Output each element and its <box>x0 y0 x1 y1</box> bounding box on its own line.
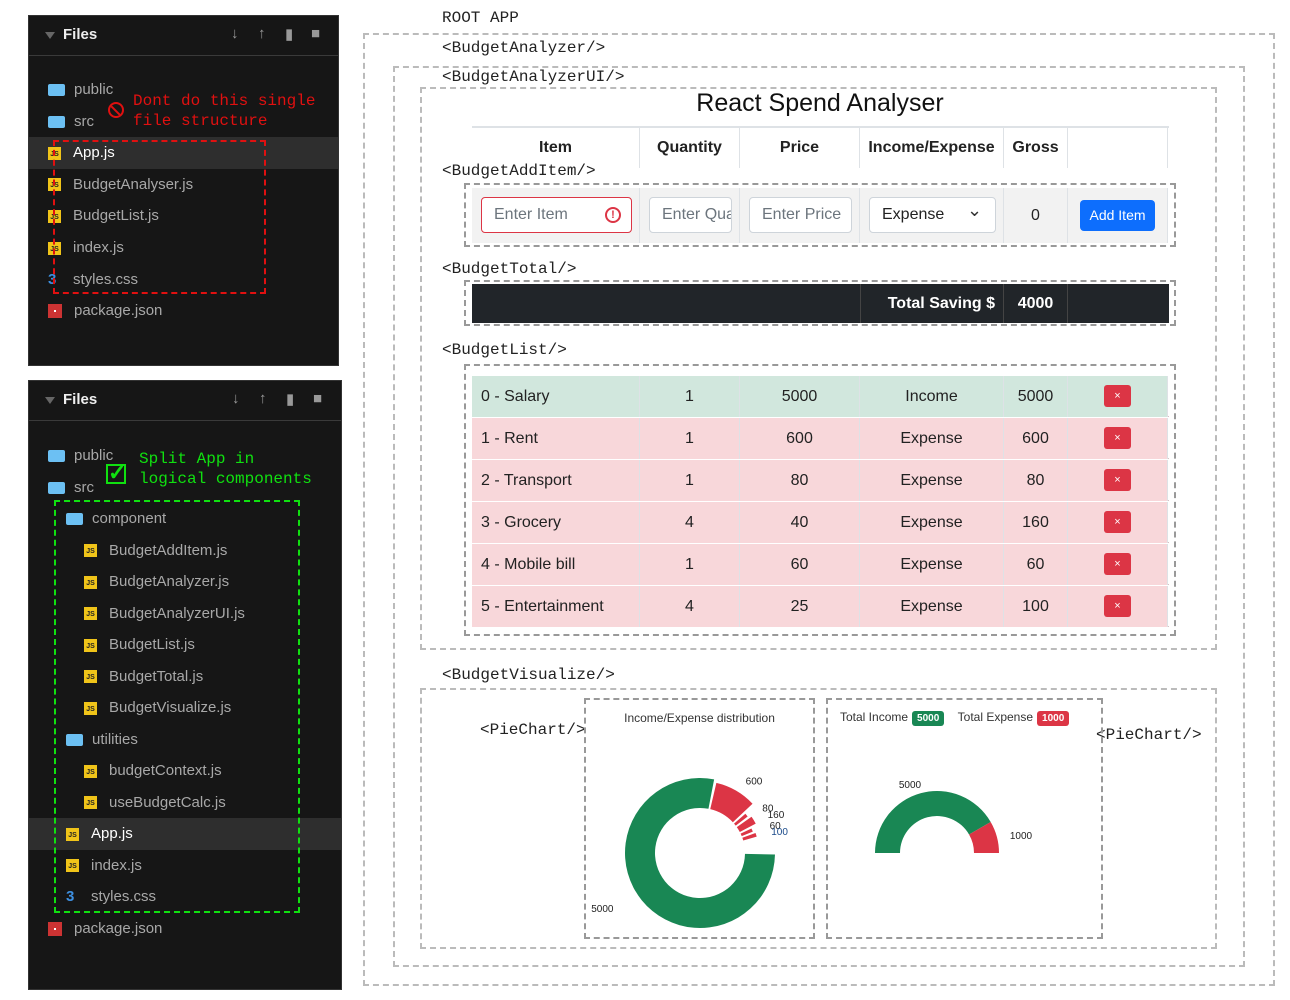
pie-slice <box>625 778 775 928</box>
gauge-label: 1000 <box>1010 831 1033 842</box>
charts-svg: 5000600801606010050001000 <box>591 776 1033 928</box>
slice-label: 160 <box>768 810 785 821</box>
gauge-label: 5000 <box>899 780 922 791</box>
slice-label: 100 <box>771 827 788 838</box>
slice-label: 600 <box>746 776 763 787</box>
slice-label: 5000 <box>591 904 614 915</box>
